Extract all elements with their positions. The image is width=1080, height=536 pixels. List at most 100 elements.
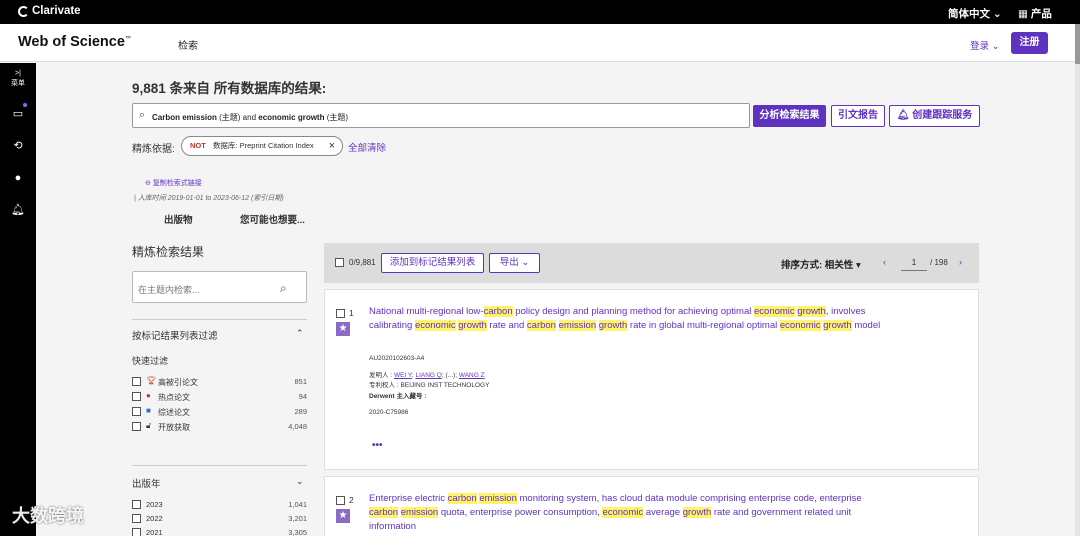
bell-icon[interactable]: 🔔︎ <box>11 203 25 217</box>
divider <box>132 465 307 466</box>
quick-filter-highly-cited[interactable]: 🏆︎ 高被引论文 851 <box>132 376 307 388</box>
record-checkbox[interactable] <box>336 496 345 505</box>
folder-icon[interactable]: ▭ <box>11 107 25 121</box>
filter-count: 4,048 <box>288 422 307 431</box>
filter-count: 851 <box>294 377 307 386</box>
checkbox[interactable] <box>132 514 141 523</box>
filter-count: 289 <box>294 407 307 416</box>
menu-toggle[interactable]: >| 菜单 <box>0 69 36 89</box>
filter-label: 热点论文 <box>158 393 190 402</box>
year-label: 2023 <box>146 500 163 509</box>
header: Web of Science™ 检索 登录 ⌄ 注册 <box>0 24 1080 62</box>
index-date: | 入库时间 2019-01-01 to 2023-06-12 (索引日期) <box>134 195 284 202</box>
scrollbar-thumb[interactable] <box>1075 24 1080 64</box>
next-page-button[interactable]: › <box>959 257 962 267</box>
checkbox[interactable] <box>132 500 141 509</box>
search-nav-link[interactable]: 检索 <box>178 37 198 52</box>
results-count-title: 9,881 条来自 所有数据库的结果: <box>132 81 327 96</box>
search-query-text: Carbon emission (主题) and economic growth… <box>152 113 349 122</box>
year-filter-row[interactable]: 2021 3,305 <box>132 527 307 536</box>
close-icon[interactable]: × <box>329 137 335 155</box>
citation-report-button[interactable]: 引文报告 <box>831 105 885 127</box>
inventor-link[interactable]: WANG Z <box>459 372 485 379</box>
search-query-box[interactable]: ⌕ Carbon emission (主题) and economic grow… <box>132 103 750 128</box>
record-card: 2 ★ Enterprise electric carbon emission … <box>324 476 979 536</box>
more-options-icon[interactable]: ••• <box>372 440 383 451</box>
user-icon[interactable]: ● <box>11 171 25 185</box>
export-button[interactable]: 导出 ⌄ <box>489 253 540 273</box>
sort-dropdown[interactable]: 排序方式: 相关性 ▾ <box>781 257 861 271</box>
create-alert-button[interactable]: 🔔︎ 创建跟踪服务 <box>889 105 980 127</box>
checkbox[interactable] <box>132 422 141 431</box>
tab-you-may-also-want[interactable]: 您可能也想要... <box>240 212 305 226</box>
filter-label: 综述论文 <box>158 408 190 417</box>
filter-label: 开放获取 <box>158 423 190 432</box>
checkbox[interactable] <box>132 528 141 536</box>
analyze-results-button[interactable]: 分析检索结果 <box>753 105 826 127</box>
filter-label: 高被引论文 <box>158 378 198 387</box>
filter-count: 94 <box>298 392 307 401</box>
record-title[interactable]: National multi-regional low-carbon polic… <box>369 305 889 333</box>
clarivate-logo[interactable]: Clarivate <box>18 5 81 17</box>
checkbox[interactable] <box>132 407 141 416</box>
total-pages: / 198 <box>930 258 948 267</box>
clarivate-logo-icon <box>18 5 29 17</box>
year-count: 3,305 <box>288 528 307 536</box>
language-selector[interactable]: 简体中文 ⌄ <box>948 6 1002 21</box>
inventors: 发明人 : WEI Y; LIANG Q; (...); WANG Z <box>369 372 485 379</box>
page-scrollbar[interactable] <box>1075 24 1080 536</box>
document-icon: ■ <box>146 406 151 415</box>
selected-count: 0/9,881 <box>349 258 376 267</box>
year-label: 2021 <box>146 528 163 536</box>
web-of-science-logo[interactable]: Web of Science™ <box>18 34 131 50</box>
record-number: 1 <box>349 308 354 318</box>
year-filter-row[interactable]: 2022 3,201 <box>132 513 307 525</box>
record-title[interactable]: Enterprise electric carbon emission moni… <box>369 492 889 534</box>
add-to-marked-list-button[interactable]: 添加到标记结果列表 <box>381 253 484 273</box>
quick-filter-review[interactable]: ■ 综述论文 289 <box>132 406 307 418</box>
products-menu[interactable]: ▦ 产品 <box>1018 6 1052 21</box>
search-icon[interactable]: ⌕ <box>280 281 287 296</box>
select-all-checkbox[interactable] <box>335 258 344 267</box>
history-icon[interactable]: ⟲ <box>11 139 25 153</box>
year-filter-row[interactable]: 2023 1,041 <box>132 499 307 511</box>
patent-number: AU2020102603-A4 <box>369 355 425 362</box>
publication-year-filter[interactable]: 出版年 <box>132 476 161 490</box>
tab-publications[interactable]: 出版物 <box>164 212 193 226</box>
register-button[interactable]: 注册 <box>1011 32 1048 54</box>
refine-results-title: 精炼检索结果 <box>132 245 205 259</box>
quick-filter-open-access[interactable]: 🔓︎ 开放获取 4,048 <box>132 421 307 433</box>
record-checkbox[interactable] <box>336 309 345 318</box>
inventor-link[interactable]: LIANG Q <box>415 372 441 379</box>
record-number: 2 <box>349 495 354 505</box>
clear-all-link[interactable]: 全部清除 <box>348 140 386 154</box>
inventor-link[interactable]: WEI Y <box>394 372 412 379</box>
marked-list-filter[interactable]: 按标记结果列表过滤 <box>132 328 218 342</box>
checkbox[interactable] <box>132 377 141 386</box>
create-alert-label: 创建跟踪服务 <box>912 110 973 121</box>
record-card: 1 ★ National multi-regional low-carbon p… <box>324 289 979 470</box>
page-number-input[interactable]: 1 <box>901 255 927 271</box>
notification-dot <box>23 103 27 107</box>
refine-search-placeholder: 在主题内检索... <box>138 285 200 295</box>
filter-chip[interactable]: NOT 数据库: Preprint Citation Index × <box>181 136 343 156</box>
top-bar: Clarivate 简体中文 ⌄ ▦ 产品 <box>0 0 1080 24</box>
prev-page-button[interactable]: ‹ <box>883 257 886 267</box>
star-icon[interactable]: ★ <box>336 322 350 336</box>
chevron-down-icon[interactable]: ⌄ <box>296 476 304 487</box>
year-count: 3,201 <box>288 514 307 523</box>
chevron-up-icon[interactable]: ⌃ <box>296 328 304 339</box>
wos-title: Web of Science <box>18 34 125 50</box>
divider <box>132 319 307 320</box>
brand-name: Clarivate <box>32 5 81 17</box>
menu-label: 菜单 <box>11 80 25 87</box>
chip-text: 数据库: Preprint Citation Index <box>212 141 314 150</box>
copy-query-link[interactable]: ⊖ 复制检索式链接 <box>145 178 202 188</box>
flame-icon: ● <box>146 391 151 400</box>
refine-search-input[interactable]: 在主题内检索... ⌕ <box>132 271 307 303</box>
star-icon[interactable]: ★ <box>336 509 350 523</box>
quick-filter-hot-paper[interactable]: ● 热点论文 94 <box>132 391 307 403</box>
link-icon: ⊖ <box>145 180 153 187</box>
login-link[interactable]: 登录 ⌄ <box>970 38 1000 52</box>
checkbox[interactable] <box>132 392 141 401</box>
